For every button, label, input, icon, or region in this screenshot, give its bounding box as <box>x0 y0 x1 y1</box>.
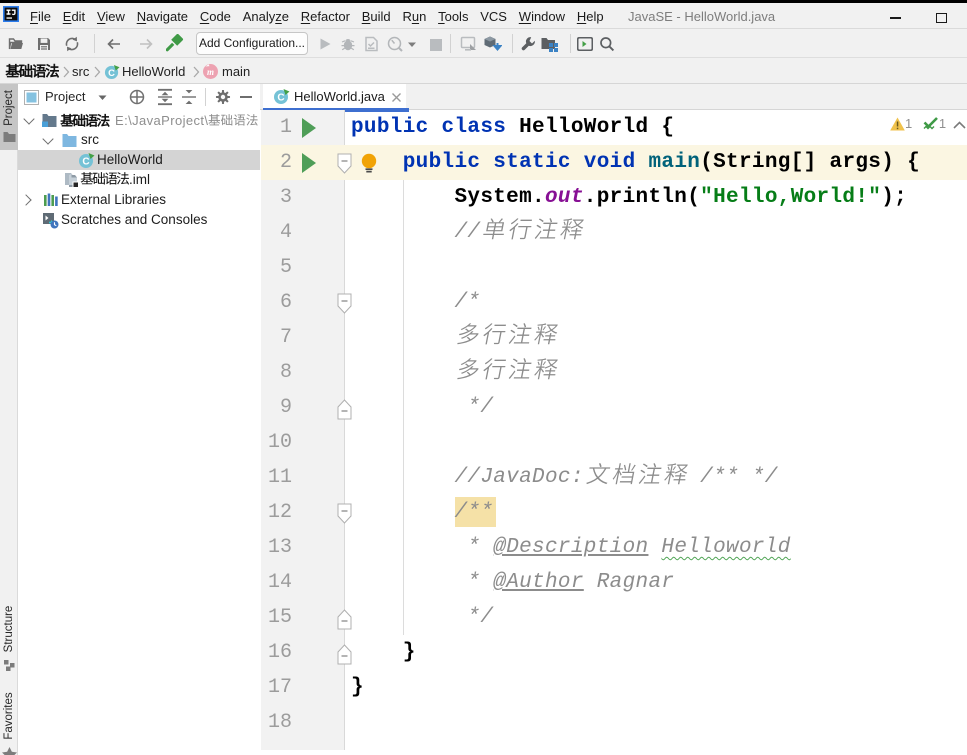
svg-text:C: C <box>277 93 284 104</box>
svg-text:C: C <box>82 157 89 168</box>
svg-text:C: C <box>108 67 115 78</box>
svg-text:m: m <box>207 67 214 77</box>
